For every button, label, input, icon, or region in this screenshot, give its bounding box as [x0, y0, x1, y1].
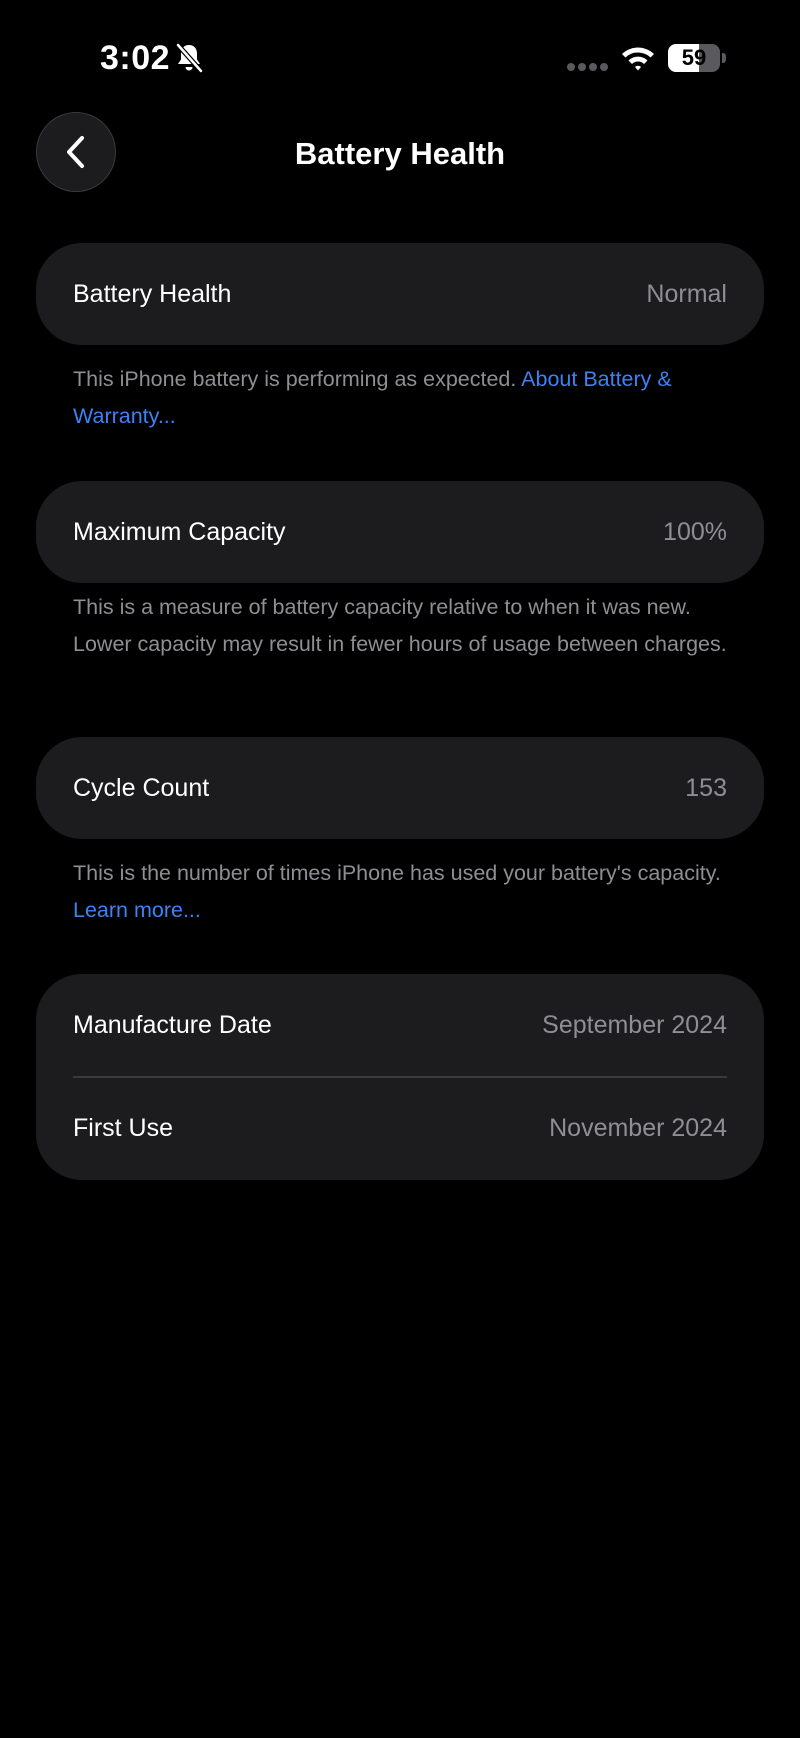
cycle-count-footnote-text: This is the number of times iPhone has u…: [73, 861, 721, 885]
manufacture-date-value: September 2024: [542, 1010, 727, 1039]
manufacture-date-row: Manufacture Date September 2024: [36, 974, 764, 1076]
status-time: 3:02: [100, 39, 171, 77]
cellular-signal-icon: [567, 63, 608, 71]
learn-more-link[interactable]: Learn more...: [73, 898, 201, 922]
maximum-capacity-card: Maximum Capacity 100%: [36, 481, 764, 583]
maximum-capacity-footnote: This is a measure of battery capacity re…: [73, 595, 727, 656]
cycle-count-row: Cycle Count 153: [36, 737, 764, 839]
battery-level: 59: [681, 45, 707, 70]
first-use-value: November 2024: [549, 1114, 727, 1142]
cycle-count-footnote: This is the number of times iPhone has u…: [73, 855, 743, 929]
first-use-label: First Use: [73, 1114, 173, 1142]
maximum-capacity-row: Maximum Capacity 100%: [36, 481, 764, 583]
battery-health-card: Battery Health Normal: [36, 243, 764, 345]
maximum-capacity-label: Maximum Capacity: [73, 517, 286, 546]
battery-tip: [722, 53, 726, 63]
manufacture-date-label: Manufacture Date: [73, 1010, 272, 1039]
battery-body: 59: [668, 44, 720, 72]
cycle-count-label: Cycle Count: [73, 773, 210, 802]
cycle-count-value: 153: [685, 773, 727, 802]
battery-icon: 59: [668, 44, 728, 72]
battery-health-label: Battery Health: [73, 279, 232, 308]
first-use-row: First Use November 2024: [36, 1078, 764, 1180]
battery-health-row: Battery Health Normal: [36, 243, 764, 345]
battery-health-footnote-text: This iPhone battery is performing as exp…: [73, 367, 522, 391]
status-bar: 3:02 59: [0, 0, 800, 110]
battery-health-value: Normal: [646, 279, 727, 308]
battery-health-footnote: This iPhone battery is performing as exp…: [73, 361, 743, 435]
dates-card: Manufacture Date September 2024 First Us…: [36, 974, 764, 1180]
bell-slash-icon: [176, 43, 203, 73]
cycle-count-card: Cycle Count 153: [36, 737, 764, 839]
page-title: Battery Health: [294, 136, 506, 171]
wifi-icon: [622, 47, 654, 71]
maximum-capacity-value: 100%: [663, 517, 727, 546]
